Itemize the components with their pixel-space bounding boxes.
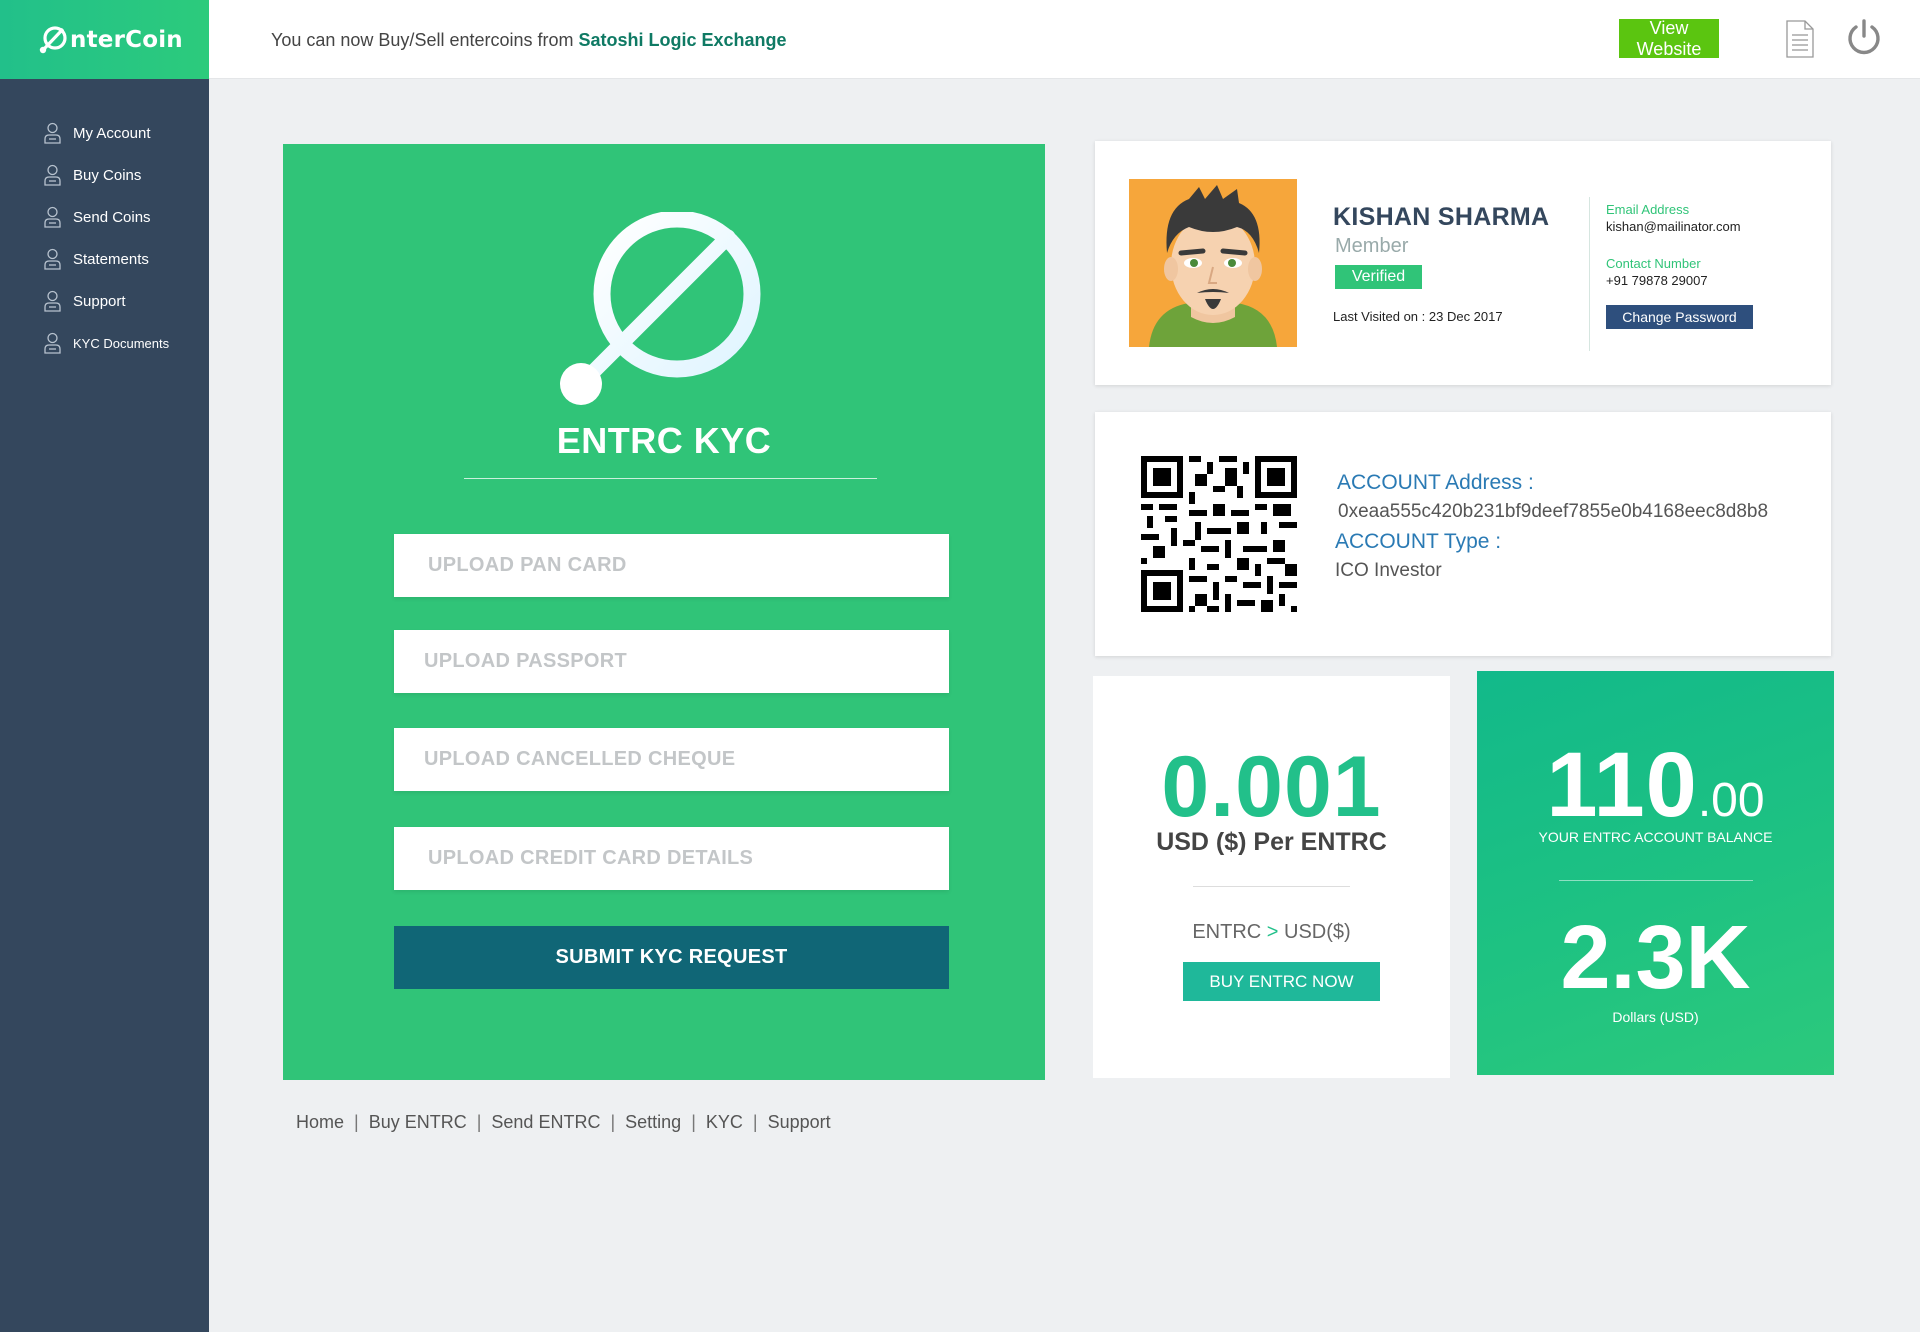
divider (1559, 880, 1753, 881)
user-icon (44, 206, 61, 228)
sidebar-item-label: My Account (73, 124, 151, 142)
contact-value: +91 79878 29007 (1606, 273, 1708, 288)
sidebar-item-label: Support (73, 292, 126, 310)
contact-label: Contact Number (1606, 256, 1701, 271)
kyc-title: ENTRC KYC (556, 420, 772, 461)
brand-logo[interactable]: nterCoin (0, 0, 209, 79)
divider (1193, 886, 1350, 887)
conversion-label: ENTRC > USD($) (1093, 921, 1450, 944)
qr-code (1141, 456, 1297, 612)
submit-kyc-button[interactable]: SUBMIT KYC REQUEST (394, 926, 949, 989)
sidebar-item-label: KYC Documents (73, 335, 170, 351)
account-type-label: ACCOUNT Type : (1335, 530, 1502, 553)
status-badge: Verified (1335, 265, 1422, 289)
balance-label: YOUR ENTRC ACCOUNT BALANCE (1538, 829, 1773, 845)
upload-label: UPLOAD PAN CARD (428, 554, 627, 576)
user-icon (44, 248, 61, 270)
separator: | (476, 1112, 482, 1132)
price-card: 0.001 USD ($) Per ENTRC ENTRC > USD($) B… (1093, 676, 1450, 1078)
profile-card: KISHAN SHARMA Member Verified Last Visit… (1095, 141, 1831, 385)
balance-card: 110.00 YOUR ENTRC ACCOUNT BALANCE 2.3K D… (1477, 671, 1834, 1075)
last-visited: Last Visited on : 23 Dec 2017 (1333, 309, 1503, 324)
conv-from: ENTRC (1192, 921, 1262, 943)
separator: | (354, 1112, 359, 1132)
exchange-link[interactable]: Satoshi Logic Exchange (579, 30, 787, 50)
sidebar: nterCoin My Account Buy Coins Send Coins… (0, 0, 209, 1332)
sidebar-item-kyc-documents[interactable]: KYC Documents (0, 322, 209, 364)
sidebar-nav: My Account Buy Coins Send Coins Statemen… (0, 112, 209, 364)
account-address-value: 0xeaa555c420b231bf9deef7855e0b4168eec8d8… (1338, 501, 1769, 522)
upload-cancelled-cheque-field[interactable]: UPLOAD CANCELLED CHEQUE (394, 728, 949, 791)
upload-credit-card-field[interactable]: UPLOAD CREDIT CARD DETAILS (394, 827, 949, 890)
sidebar-item-label: Send Coins (73, 208, 151, 226)
user-icon (44, 122, 61, 144)
balance-int: 110 (1546, 734, 1698, 836)
power-icon[interactable] (1846, 19, 1882, 57)
upload-pan-card-field[interactable]: UPLOAD PAN CARD (394, 534, 949, 597)
footer-link-send[interactable]: Send ENTRC (491, 1112, 600, 1133)
view-website-button[interactable]: View Website (1619, 18, 1719, 59)
account-card: ACCOUNT Address : 0xeaa555c420b231bf9dee… (1095, 412, 1831, 656)
balance-value: 110.00 (1477, 733, 1834, 838)
footer-link-setting[interactable]: Setting (625, 1112, 681, 1133)
divider (1589, 197, 1590, 351)
price-value: 0.001 (1161, 739, 1382, 835)
profile-role: Member (1335, 235, 1409, 257)
entercoin-logo-icon (560, 212, 761, 405)
entercoin-logo-icon (39, 25, 67, 53)
avatar (1129, 179, 1297, 347)
kyc-panel: ENTRC KYC UPLOAD PAN CARD UPLOAD PASSPOR… (283, 144, 1045, 1080)
upload-label: UPLOAD CREDIT CARD DETAILS (428, 847, 754, 869)
footer-link-kyc[interactable]: KYC (706, 1112, 743, 1133)
balance-dec: .00 (1697, 774, 1765, 827)
email-label: Email Address (1606, 202, 1690, 217)
footer-link-home[interactable]: Home (296, 1112, 344, 1133)
sidebar-item-statements[interactable]: Statements (0, 238, 209, 280)
brand-name: nterCoin (70, 26, 183, 53)
sidebar-item-buy-coins[interactable]: Buy Coins (0, 154, 209, 196)
footer-link-buy[interactable]: Buy ENTRC (369, 1112, 467, 1133)
separator: | (610, 1112, 616, 1132)
sidebar-item-my-account[interactable]: My Account (0, 112, 209, 154)
sidebar-item-send-coins[interactable]: Send Coins (0, 196, 209, 238)
document-icon[interactable] (1786, 20, 1814, 58)
footer-link-support[interactable]: Support (768, 1112, 831, 1133)
usd-value: 2.3K (1560, 908, 1751, 1008)
announcement-text: You can now Buy/Sell entercoins from (271, 30, 579, 50)
email-value: kishan@mailinator.com (1606, 219, 1741, 234)
user-icon (44, 290, 61, 312)
announcement: You can now Buy/Sell entercoins from Sat… (271, 30, 787, 51)
user-icon (44, 164, 61, 186)
user-icon (44, 332, 61, 354)
separator: | (691, 1112, 696, 1132)
account-address-label: ACCOUNT Address : (1337, 471, 1534, 494)
buy-entrc-button[interactable]: BUY ENTRC NOW (1183, 962, 1380, 1001)
conv-to: USD($) (1284, 921, 1351, 943)
conv-arrow: > (1266, 921, 1279, 943)
profile-name: KISHAN SHARMA (1333, 203, 1550, 231)
top-bar: You can now Buy/Sell entercoins from Sat… (209, 0, 1920, 79)
upload-passport-field[interactable]: UPLOAD PASSPORT (394, 630, 949, 693)
upload-label: UPLOAD PASSPORT (424, 650, 628, 672)
price-unit: USD ($) Per ENTRC (1156, 828, 1387, 856)
sidebar-item-support[interactable]: Support (0, 280, 209, 322)
footer-nav: Home | Buy ENTRC | Send ENTRC | Setting | KY… (296, 1112, 831, 1133)
sidebar-item-label: Buy Coins (73, 166, 142, 184)
upload-label: UPLOAD CANCELLED CHEQUE (424, 748, 736, 770)
change-password-button[interactable]: Change Password (1606, 305, 1753, 329)
usd-label: Dollars (USD) (1612, 1009, 1699, 1025)
account-type-value: ICO Investor (1335, 560, 1442, 581)
sidebar-item-label: Statements (73, 250, 149, 268)
separator: | (752, 1112, 758, 1132)
divider (464, 478, 877, 479)
